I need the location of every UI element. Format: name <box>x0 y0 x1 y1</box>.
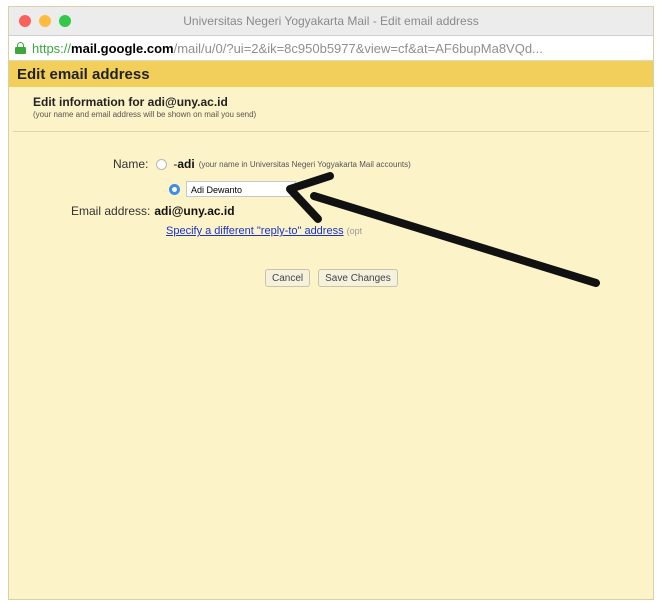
annotation-arrow-icon <box>286 172 600 287</box>
